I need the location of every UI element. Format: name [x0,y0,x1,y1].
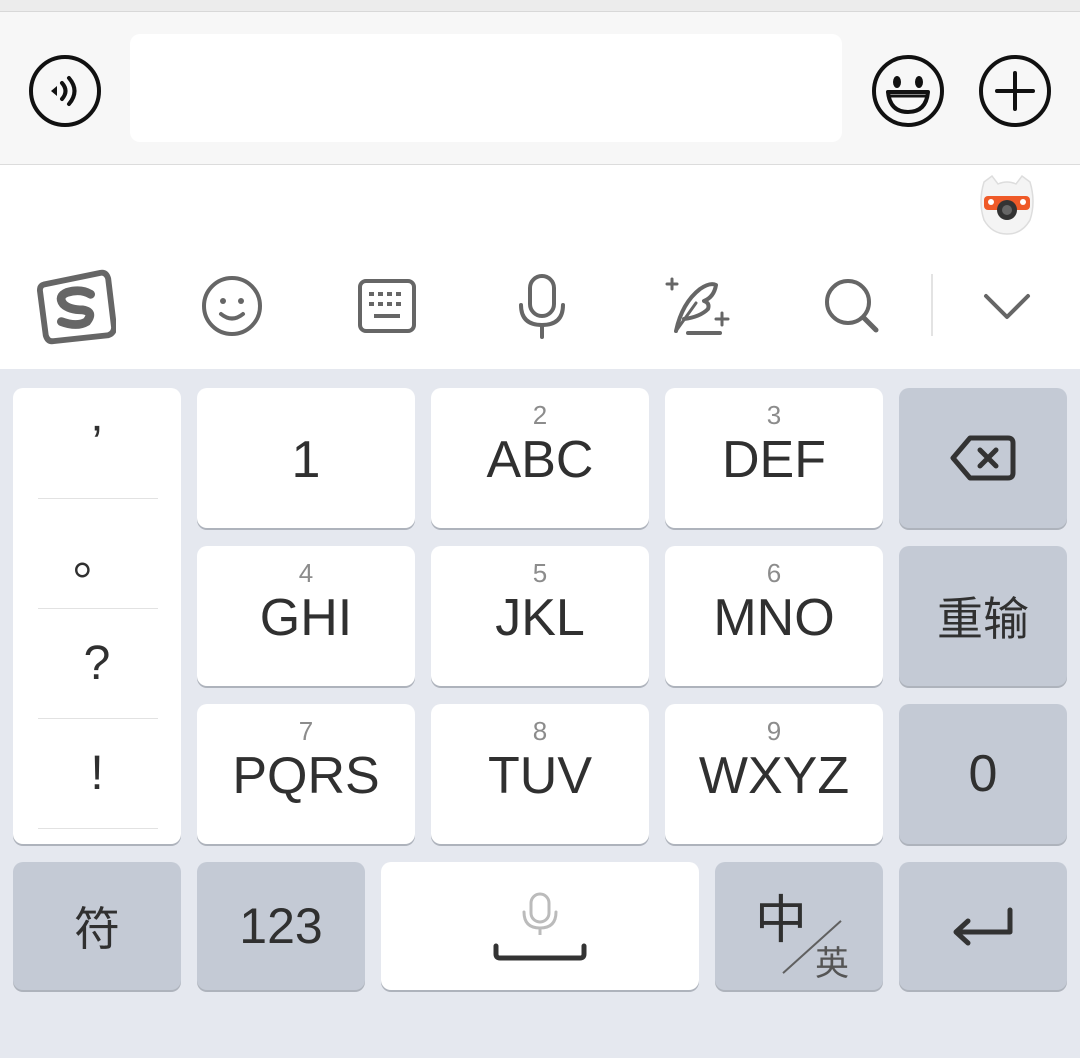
enter-button[interactable] [899,862,1067,990]
key-number: 4 [298,558,314,588]
reinput-label: 重输 [937,593,1029,645]
numbers-button[interactable]: 123 [197,862,365,990]
key-0[interactable]: 0 [899,704,1067,844]
punctuation-column: ’ 。 ? ! [13,388,181,844]
key-5-jkl[interactable]: 5 JKL [431,546,649,686]
key-letters: ABC [486,431,594,489]
top-divider [0,0,1080,12]
backspace-icon [950,435,1016,481]
key-1[interactable]: 1 [197,388,415,528]
handwriting-icon[interactable] [657,266,737,346]
plus-icon[interactable] [978,54,1052,128]
key-2-abc[interactable]: 2 ABC [431,388,649,528]
key-3-def[interactable]: 3 DEF [665,388,883,528]
key-4-ghi[interactable]: 4 GHI [197,546,415,686]
key-letters: GHI [259,589,353,647]
collapse-icon[interactable] [967,266,1047,346]
key-label: 1 [291,431,321,489]
key-letters: TUV [488,747,592,805]
key-letters: JKL [495,589,585,647]
message-input[interactable] [130,34,842,142]
smiley-icon[interactable] [871,54,945,128]
punct-divider [38,828,158,829]
key-number: 3 [766,400,782,430]
zero-label: 0 [968,745,998,803]
key-9-wxyz[interactable]: 9 WXYZ [665,704,883,844]
punct-comma-key[interactable]: ’ [13,388,181,498]
key-number: 9 [766,716,782,746]
numbers-label: 123 [239,898,323,954]
sogou-logo-icon[interactable] [36,266,116,346]
punct-period-key[interactable]: 。 [13,498,181,608]
microphone-icon[interactable] [502,266,582,346]
key-letters: WXYZ [698,747,850,805]
key-number: 8 [532,716,548,746]
symbols-button[interactable]: 符 [13,862,181,990]
key-number: 5 [532,558,548,588]
return-icon [953,907,1013,946]
key-letters: MNO [713,589,835,647]
keyboard-icon[interactable] [347,266,427,346]
key-7-pqrs[interactable]: 7 PQRS [197,704,415,844]
punct-question-key[interactable]: ? [13,608,181,718]
key-letters: PQRS [232,747,380,805]
key-8-tuv[interactable]: 8 TUV [431,704,649,844]
lang-chinese-label: 中 [755,892,808,950]
key-letters: DEF [722,431,826,489]
chat-input-bar [0,0,1080,165]
space-button[interactable] [381,862,699,990]
symbols-label: 符 [74,903,120,955]
key-number: 6 [766,558,782,588]
space-mic-icon [493,892,587,961]
reinput-button[interactable]: 重输 [899,546,1067,686]
emoji-icon[interactable] [192,266,272,346]
key-6-mno[interactable]: 6 MNO [665,546,883,686]
lang-english-label: 英 [815,945,849,983]
key-number: 7 [298,716,314,746]
language-switch-button[interactable]: 中 英 [715,862,883,990]
punct-exclamation-key[interactable]: ! [13,718,181,828]
search-icon[interactable] [812,266,892,346]
backspace-button[interactable] [899,388,1067,528]
toolbar-divider [931,274,933,336]
key-number: 2 [532,400,548,430]
mascot-avatar-icon[interactable] [978,172,1036,236]
voice-wave-icon[interactable] [28,54,102,128]
